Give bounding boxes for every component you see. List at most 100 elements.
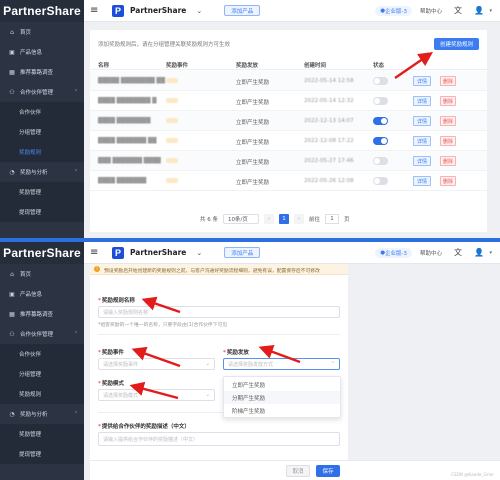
cancel-button[interactable]: 取消 xyxy=(286,465,310,477)
chevron-up-icon: ⌃ xyxy=(73,169,78,175)
status-toggle[interactable] xyxy=(373,177,388,185)
sidebar-item[interactable]: ▣ 产品信息 xyxy=(0,42,84,62)
sidebar-item[interactable]: 合作伙伴 xyxy=(0,344,84,364)
create-rule-button[interactable]: 创建奖励规则 xyxy=(433,38,479,50)
event-tag xyxy=(166,138,178,143)
warning-text: 预设奖励后开始创建新的奖励规则之前，与客户沟通好奖励流程细则，避免有误，配置保存… xyxy=(104,269,320,274)
sidebar-item[interactable]: 提现管理 xyxy=(0,444,84,464)
rule-name-input[interactable]: 请输入奖励规则名称 xyxy=(98,306,340,318)
translate-icon[interactable]: 文 xyxy=(454,5,462,16)
chevron-down-icon[interactable]: ⌄ xyxy=(196,249,202,257)
edition-badge[interactable]: ● 企业版-3 xyxy=(375,5,412,16)
help-center-link[interactable]: 帮助中心 xyxy=(420,7,442,15)
rule-name-help: *组客奖励的一个唯一的名称，只要字段由(1)合作伙伴下可见 xyxy=(98,323,228,328)
status-toggle[interactable] xyxy=(373,97,388,105)
release-option[interactable]: 阶梯产生奖励 xyxy=(224,404,340,417)
desc-label: *提供给合作伙伴的奖励描述（中文） xyxy=(98,424,190,430)
table-row: █████ ████████ ██ 立即产生奖励 2022-05-14 12:58 详… xyxy=(90,71,487,91)
sidebar-item-label: 产品信息 xyxy=(20,50,43,56)
col-created: 创建时间 xyxy=(304,63,327,69)
status-toggle[interactable] xyxy=(373,117,388,125)
page-1-button[interactable]: 1 xyxy=(279,214,289,224)
created-cell: 2022-12-08 17:22 xyxy=(304,138,354,144)
sidebar-item[interactable]: ◔ 奖励与分析 ⌃ xyxy=(0,404,84,424)
release-option[interactable]: 分期产生奖励 xyxy=(224,391,340,404)
reward-rules-screen: PartnerShare ⌂ 首页 ▣ 产品信息 ▦ 推荐募路调查 ⚇ 合作伙伴管理 ⌃ 合作伙伴… xyxy=(0,0,500,238)
detail-button[interactable]: 详情 xyxy=(413,96,431,106)
delete-button[interactable]: 删除 xyxy=(440,96,456,106)
sidebar-item[interactable]: ▣ 产品信息 xyxy=(0,284,84,304)
form-divider xyxy=(98,334,340,335)
release-option[interactable]: 立即产生奖励 xyxy=(224,378,340,391)
translate-icon[interactable]: 文 xyxy=(454,247,462,258)
sidebar-item-label: 分组管理 xyxy=(19,130,42,136)
status-toggle[interactable] xyxy=(373,77,388,85)
sidebar-item[interactable]: 分组管理 xyxy=(0,364,84,384)
sidebar-item-label: 提现管理 xyxy=(19,210,42,216)
edition-label: 企业版-3 xyxy=(385,8,407,15)
total-count: 共 6 条 xyxy=(200,217,218,223)
menu-icon[interactable]: ≡ xyxy=(90,5,100,16)
detail-button[interactable]: 详情 xyxy=(413,116,431,126)
sidebar-item[interactable]: 提现管理 xyxy=(0,202,84,222)
event-tag xyxy=(166,118,178,123)
sidebar-item-label: 奖励与分析 xyxy=(20,412,48,418)
detail-button[interactable]: 详情 xyxy=(413,176,431,186)
sidebar-item[interactable]: ⌂ 首页 xyxy=(0,22,84,42)
delete-button[interactable]: 删除 xyxy=(440,116,456,126)
chevron-up-icon: ⌃ xyxy=(73,331,78,337)
delete-button[interactable]: 删除 xyxy=(440,76,456,86)
goto-page-input[interactable]: 1 xyxy=(325,214,340,224)
box-icon: ▣ xyxy=(9,48,15,56)
home-icon: ⌂ xyxy=(10,270,14,278)
edition-badge[interactable]: ● 企业版-3 xyxy=(375,247,412,258)
prev-page-button[interactable]: ‹ xyxy=(264,214,274,224)
sidebar-item[interactable]: ▦ 推荐募路调查 xyxy=(0,62,84,82)
sidebar-item[interactable]: 奖励规则 xyxy=(0,384,84,404)
detail-button[interactable]: 详情 xyxy=(413,156,431,166)
page-size-select[interactable]: 10条/页 xyxy=(223,214,259,224)
sidebar-item[interactable]: ▦ 推荐募路调查 xyxy=(0,304,84,324)
box-icon: ▣ xyxy=(9,290,15,298)
help-center-link[interactable]: 帮助中心 xyxy=(420,249,442,257)
rule-name-cell: ████ ████████ xyxy=(98,118,151,124)
table-row: ████ ████████ 立即产生奖励 2022-12-13 14:07 详情 删除 xyxy=(90,111,487,131)
top-bar: ≡ P PartnerShare ⌄ 添加产品 ● 企业版-3 帮助中心 文 👤… xyxy=(84,0,500,22)
sidebar-item[interactable]: ◔ 奖励与分析 ⌃ xyxy=(0,162,84,182)
sidebar-item[interactable]: ⌂ 首页 xyxy=(0,264,84,284)
status-toggle[interactable] xyxy=(373,157,388,165)
sidebar-item[interactable]: 奖励管理 xyxy=(0,424,84,444)
release-cell: 立即产生奖励 xyxy=(236,180,270,186)
event-placeholder: 请选择奖励事件 xyxy=(103,361,139,368)
sidebar-item[interactable]: 奖励规则 xyxy=(0,142,84,162)
sidebar-item-label: 合作伙伴管理 xyxy=(20,90,54,96)
page-size-value: 10条/页 xyxy=(228,217,248,223)
user-icon[interactable]: 👤 xyxy=(474,6,484,15)
detail-button[interactable]: 详情 xyxy=(413,76,431,86)
save-button[interactable]: 保存 xyxy=(316,465,340,477)
release-select[interactable]: 请选择奖励发放方式 ⌃ xyxy=(223,358,340,370)
delete-button[interactable]: 删除 xyxy=(440,156,456,166)
sidebar-item[interactable]: ⚇ 合作伙伴管理 ⌃ xyxy=(0,82,84,102)
delete-button[interactable]: 删除 xyxy=(440,176,456,186)
add-product-button[interactable]: 添加产品 xyxy=(224,247,261,258)
user-icon[interactable]: 👤 xyxy=(474,248,484,257)
status-toggle[interactable] xyxy=(373,137,388,145)
add-product-button[interactable]: 添加产品 xyxy=(224,5,261,16)
desc-input[interactable]: 请输入提供给合作伙伴的奖励描述（中文） xyxy=(98,432,340,446)
sidebar-item[interactable]: 分组管理 xyxy=(0,122,84,142)
sidebar-item-label: 产品信息 xyxy=(20,292,43,298)
chevron-down-icon[interactable]: ⌄ xyxy=(196,7,202,15)
caret-down-icon[interactable]: ▾ xyxy=(489,250,492,256)
mode-select[interactable]: 请选择奖励模式 ⌄ xyxy=(98,389,215,401)
rule-name-label: *奖励规则名称 xyxy=(98,298,135,304)
detail-button[interactable]: 详情 xyxy=(413,136,431,146)
delete-button[interactable]: 删除 xyxy=(440,136,456,146)
next-page-button[interactable]: › xyxy=(294,214,304,224)
caret-down-icon[interactable]: ▾ xyxy=(489,8,492,14)
event-select[interactable]: 请选择奖励事件 ⌄ xyxy=(98,358,215,370)
sidebar-item[interactable]: ⚇ 合作伙伴管理 ⌃ xyxy=(0,324,84,344)
menu-icon[interactable]: ≡ xyxy=(90,247,100,258)
sidebar-item[interactable]: 奖励管理 xyxy=(0,182,84,202)
sidebar-item[interactable]: 合作伙伴 xyxy=(0,102,84,122)
